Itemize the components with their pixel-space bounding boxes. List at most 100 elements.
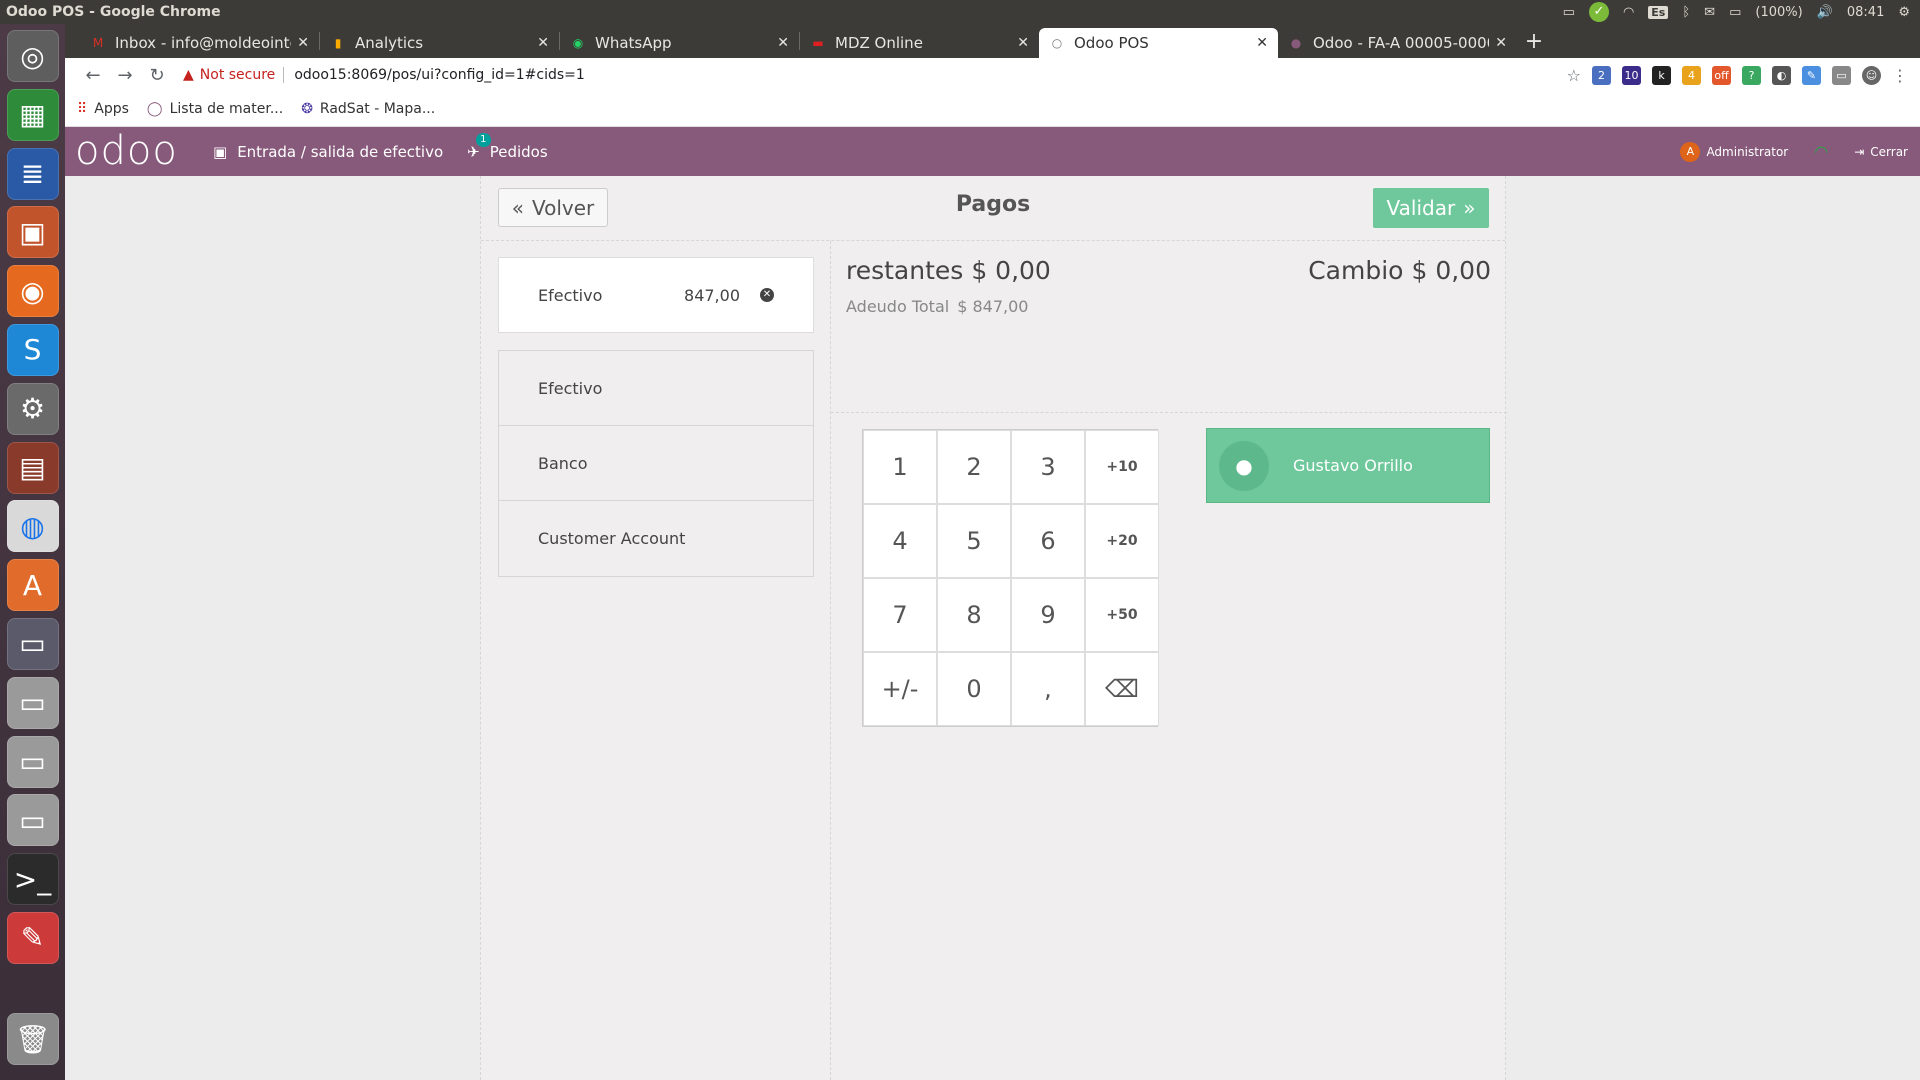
tab-label: Odoo - FA-A 00005-00000	[1313, 34, 1490, 52]
browser-tab[interactable]: ▮ Analytics ✕	[320, 28, 559, 58]
volume-icon[interactable]: 🔊	[1817, 5, 1833, 20]
customer-button[interactable]: ● Gustavo Orrillo	[1206, 428, 1490, 503]
ubuntu-launcher: ◎ ▦ ≣ ▣ ◉ S ⚙ ▤ ◍ A ▭ ▭ ▭ ▭ >_ ✎ 🗑	[0, 24, 65, 1080]
orders-count-badge: 1	[476, 132, 491, 147]
extension-icon[interactable]: ▭	[1832, 65, 1851, 85]
document-viewer-icon[interactable]: ✎	[6, 911, 59, 964]
sign-out-icon: ⇥	[1854, 144, 1865, 159]
user-menu[interactable]: A Administrator	[1680, 141, 1788, 162]
extension-icon[interactable]: k	[1652, 65, 1671, 85]
battery-icon[interactable]: ▭	[1729, 5, 1741, 20]
browser-tab[interactable]: ● Odoo - FA-A 00005-00000 ✕	[1278, 28, 1517, 58]
system-top-panel: Odoo POS - Google Chrome ▭ ✓ ◠ Es ᛒ ✉ ▭ …	[0, 0, 1920, 24]
extension-icon[interactable]: 2	[1592, 65, 1611, 85]
drive-icon[interactable]: ▭	[6, 676, 59, 729]
menu-kebab-icon[interactable]: ⋮	[1892, 66, 1908, 85]
close-tab-icon[interactable]: ✕	[777, 35, 789, 51]
numpad-key-8[interactable]: 8	[937, 578, 1011, 652]
close-tab-icon[interactable]: ✕	[1495, 35, 1507, 51]
extension-icon[interactable]: ◐	[1772, 65, 1791, 85]
numpad-key-1[interactable]: 1	[863, 430, 937, 504]
numpad-key-6[interactable]: 6	[1011, 504, 1085, 578]
security-label[interactable]: Not secure	[200, 67, 276, 83]
screen-icon[interactable]: ▭	[1563, 5, 1575, 20]
browser-tab[interactable]: M Inbox - info@moldeointe ✕	[80, 28, 319, 58]
reload-icon[interactable]: ↻	[141, 65, 173, 86]
trash-icon[interactable]: 🗑	[6, 1013, 59, 1066]
keyboard-layout-indicator[interactable]: Es	[1648, 5, 1669, 19]
settings-gear-icon[interactable]: ⚙	[1898, 5, 1910, 20]
payment-methods-list: Efectivo Banco Customer Account	[498, 350, 814, 577]
chrome-icon[interactable]: ◍	[6, 500, 59, 553]
drive-icon[interactable]: ▭	[6, 735, 59, 788]
terminal-icon[interactable]: >_	[6, 853, 59, 906]
delete-payment-icon[interactable]: ✕	[760, 288, 774, 302]
system-settings-icon[interactable]: ⚙	[6, 382, 59, 435]
dash-icon[interactable]: ◎	[6, 30, 59, 82]
bookmark-item[interactable]: ◯ Lista de mater...	[147, 101, 283, 117]
clock[interactable]: 08:41	[1847, 5, 1884, 20]
new-tab-button[interactable]: +	[1517, 29, 1551, 54]
bluetooth-icon[interactable]: ᛒ	[1682, 5, 1690, 20]
extension-icon[interactable]: off	[1712, 65, 1731, 85]
software-center-icon[interactable]: A	[6, 559, 59, 612]
forward-arrow-icon[interactable]: →	[109, 65, 141, 86]
numpad-key-plus20[interactable]: +20	[1085, 504, 1159, 578]
numpad-key-plus50[interactable]: +50	[1085, 578, 1159, 652]
connection-status-icon[interactable]: ◠	[1814, 142, 1828, 161]
url-text[interactable]: odoo15:8069/pos/ui?config_id=1#cids=1	[294, 67, 585, 83]
close-tab-icon[interactable]: ✕	[297, 35, 309, 51]
extension-icon[interactable]: 4	[1682, 65, 1701, 85]
impress-presentation-icon[interactable]: ▣	[6, 206, 59, 259]
numpad-key-decimal[interactable]: ,	[1011, 652, 1085, 726]
payment-method-customer-account[interactable]: Customer Account	[499, 501, 813, 576]
wifi-icon[interactable]: ◠	[1623, 5, 1634, 20]
close-session-button[interactable]: ⇥ Cerrar	[1854, 145, 1908, 159]
orders-button[interactable]: ✈ 1 Pedidos	[467, 132, 548, 161]
bookmark-star-icon[interactable]: ☆	[1567, 66, 1581, 85]
remaining-value: $ 0,00	[971, 256, 1051, 285]
payment-line[interactable]: Efectivo 847,00 ✕	[498, 257, 814, 333]
bookmark-item[interactable]: ❂ RadSat - Mapa...	[301, 101, 435, 117]
workspace-switcher-icon[interactable]: ▭	[6, 617, 59, 670]
browser-tab-active[interactable]: ○ Odoo POS ✕	[1039, 28, 1278, 58]
extension-icon[interactable]: ?	[1742, 65, 1761, 85]
close-tab-icon[interactable]: ✕	[537, 35, 549, 51]
numpad-key-5[interactable]: 5	[937, 504, 1011, 578]
file-manager-icon[interactable]: ▤	[6, 441, 59, 494]
numpad-key-plus10[interactable]: +10	[1085, 430, 1159, 504]
cash-in-out-button[interactable]: ▣ Entrada / salida de efectivo	[213, 143, 443, 161]
extension-icon[interactable]: ✎	[1802, 65, 1821, 85]
numpad-key-2[interactable]: 2	[937, 430, 1011, 504]
browser-tab[interactable]: ◉ WhatsApp ✕	[560, 28, 799, 58]
extension-icon[interactable]: 10	[1622, 65, 1641, 85]
numpad-key-7[interactable]: 7	[863, 578, 937, 652]
numpad-key-4[interactable]: 4	[863, 504, 937, 578]
calc-spreadsheet-icon[interactable]: ▦	[6, 88, 59, 141]
numpad-key-0[interactable]: 0	[937, 652, 1011, 726]
profile-avatar[interactable]: ☺	[1862, 65, 1881, 85]
skype-icon[interactable]: S	[6, 323, 59, 376]
close-tab-icon[interactable]: ✕	[1256, 35, 1268, 51]
browser-tab[interactable]: ▬ MDZ Online ✕	[800, 28, 1039, 58]
bookmark-apps[interactable]: ⠿ Apps	[77, 101, 129, 117]
backspace-icon[interactable]: ⌫	[1085, 652, 1159, 726]
browser-tab-strip: M Inbox - info@moldeointe ✕ ▮ Analytics …	[65, 24, 1920, 58]
payment-line-amount[interactable]: 847,00	[684, 286, 740, 305]
numpad-key-9[interactable]: 9	[1011, 578, 1085, 652]
numpad-key-3[interactable]: 3	[1011, 430, 1085, 504]
firefox-icon[interactable]: ◉	[6, 265, 59, 318]
drive-icon[interactable]: ▭	[6, 794, 59, 847]
update-ok-icon[interactable]: ✓	[1588, 2, 1609, 22]
numpad-key-plus-minus[interactable]: +/-	[863, 652, 937, 726]
validate-button[interactable]: Validar »	[1373, 188, 1489, 228]
bookmarks-bar: ⠿ Apps ◯ Lista de mater... ❂ RadSat - Ma…	[65, 92, 1920, 127]
writer-document-icon[interactable]: ≣	[6, 147, 59, 200]
payment-method-bank[interactable]: Banco	[499, 426, 813, 501]
address-bar[interactable]: ▲ Not secure odoo15:8069/pos/ui?config_i…	[183, 67, 585, 83]
close-tab-icon[interactable]: ✕	[1017, 35, 1029, 51]
payment-method-cash[interactable]: Efectivo	[499, 351, 813, 426]
back-arrow-icon[interactable]: ←	[77, 65, 109, 86]
mail-icon[interactable]: ✉	[1704, 5, 1715, 20]
odoo-circle-icon: ○	[1051, 36, 1063, 50]
